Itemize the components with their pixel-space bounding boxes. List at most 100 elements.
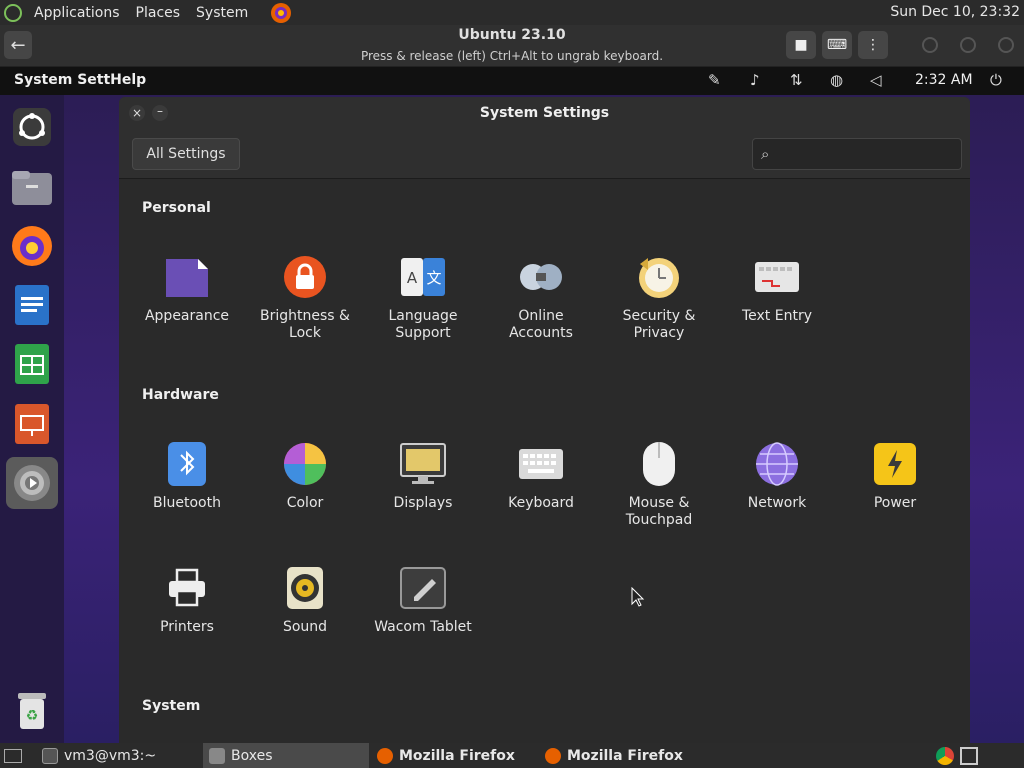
tile-label: Bluetooth	[153, 495, 221, 511]
all-settings-button[interactable]: All Settings	[132, 138, 240, 170]
lock-icon	[281, 253, 329, 301]
tray-chrome[interactable]	[936, 743, 954, 768]
menu-button[interactable]: ⋮	[858, 31, 888, 59]
taskbar-label: vm3@vm3:~	[64, 747, 157, 764]
dock-impress[interactable]	[9, 401, 55, 447]
section-personal: Personal	[142, 200, 211, 216]
kebab-menu-icon: ⋮	[866, 37, 880, 53]
menu-applications[interactable]: Applications	[34, 5, 120, 21]
stop-button[interactable]: ■	[786, 31, 816, 59]
minimize-window-control[interactable]	[922, 37, 938, 53]
tile-mouse-touchpad[interactable]: Mouse & Touchpad	[600, 440, 718, 529]
network-icon	[753, 440, 801, 488]
active-app-name[interactable]: System SettHelp	[14, 72, 146, 88]
tile-power[interactable]: Power	[836, 440, 954, 512]
tile-label: Text Entry	[741, 308, 812, 324]
mouse-cursor-icon	[631, 587, 645, 607]
host-logo-icon	[4, 3, 22, 22]
boxes-tray-icon	[960, 746, 978, 765]
window-title: System Settings	[479, 105, 610, 121]
tile-label: Wacom Tablet	[374, 619, 472, 635]
tile-displays[interactable]: Displays	[364, 440, 482, 512]
menu-places[interactable]: Places	[136, 5, 181, 21]
tile-language-support[interactable]: A文 Language Support	[364, 253, 482, 342]
appearance-icon	[163, 253, 211, 301]
firefox-icon	[377, 747, 393, 764]
taskbar-item-firefox-2[interactable]: Mozilla Firefox	[539, 743, 705, 768]
tile-label: Appearance	[144, 308, 230, 324]
tile-network[interactable]: Network	[718, 440, 836, 512]
folder-icon	[12, 171, 52, 205]
dock-firefox[interactable]	[9, 223, 55, 269]
tile-label: Printers	[160, 619, 214, 635]
keyboard-icon	[517, 440, 565, 488]
firefox-launcher-icon[interactable]	[270, 2, 292, 24]
volume-muted-icon[interactable]: ◁	[870, 71, 882, 89]
tile-label: Power	[873, 495, 917, 511]
boxes-header: ← Ubuntu 23.10 Press & release (left) Ct…	[0, 25, 1024, 67]
dock-calc[interactable]	[9, 341, 55, 387]
keyboard-button[interactable]: ⌨	[822, 31, 852, 59]
tile-label: Online Accounts	[509, 308, 573, 341]
language-icon: A文	[399, 253, 447, 301]
tile-label: Sound	[282, 619, 328, 635]
dock-trash[interactable]: ♻	[9, 688, 55, 734]
display-icon	[399, 440, 447, 488]
power-menu-icon[interactable]: ⏻	[990, 71, 1002, 89]
tile-keyboard[interactable]: Keyboard	[482, 440, 600, 512]
online-accounts-icon	[517, 253, 565, 301]
tile-wacom-tablet[interactable]: Wacom Tablet	[364, 564, 482, 636]
maximize-window-control[interactable]	[960, 37, 976, 53]
dock-settings[interactable]	[6, 457, 58, 509]
tile-label: Language Support	[388, 308, 458, 341]
guest-clock[interactable]: 2:32 AM	[915, 72, 973, 88]
tile-online-accounts[interactable]: Online Accounts	[482, 253, 600, 342]
taskbar-item-firefox-1[interactable]: Mozilla Firefox	[371, 743, 537, 768]
host-menu: Applications Places System	[26, 5, 256, 21]
search-input[interactable]: ⌕	[752, 138, 962, 170]
network-arrows-icon[interactable]: ⇅	[790, 71, 803, 89]
tablet-icon	[399, 564, 447, 612]
dock-files[interactable]	[9, 164, 55, 210]
tile-label: Mouse & Touchpad	[625, 495, 693, 528]
guest-top-bar: System SettHelp ✎ ♪ ⇅ ◍ ◁ 2:32 AM ⏻	[0, 67, 1024, 95]
tile-bluetooth[interactable]: Bluetooth	[128, 440, 246, 512]
tile-color[interactable]: Color	[246, 440, 364, 512]
menu-system[interactable]: System	[196, 5, 248, 21]
stop-icon: ■	[794, 37, 808, 53]
tile-printers[interactable]: Printers	[128, 564, 246, 636]
tile-label: Brightness & Lock	[260, 308, 350, 341]
tray-boxes[interactable]	[960, 743, 978, 768]
tile-security-privacy[interactable]: Security & Privacy	[600, 253, 718, 342]
show-desktop-button[interactable]	[4, 743, 22, 768]
dock-ubuntu[interactable]	[9, 104, 55, 150]
tile-appearance[interactable]: Appearance	[128, 253, 246, 325]
tile-label: Color	[286, 495, 324, 511]
keyboard-send-icon: ⌨	[826, 37, 848, 53]
taskbar-item-boxes[interactable]: Boxes	[203, 743, 369, 768]
taskbar-item-terminal[interactable]: vm3@vm3:~	[36, 743, 202, 768]
host-clock[interactable]: Sun Dec 10, 23:32	[890, 4, 1020, 20]
bell-icon[interactable]: ♪	[750, 71, 760, 89]
terminal-icon	[42, 747, 58, 764]
close-window-control[interactable]	[998, 37, 1014, 53]
dock-writer[interactable]	[9, 282, 55, 328]
trash-icon: ♻	[18, 693, 46, 729]
system-settings-window: × – System Settings All Settings ⌕ Perso…	[119, 97, 970, 743]
chrome-icon	[936, 746, 954, 765]
tile-brightness-lock[interactable]: Brightness & Lock	[246, 253, 364, 342]
svg-text:文: 文	[426, 269, 441, 287]
globe-icon[interactable]: ◍	[830, 71, 843, 89]
tile-text-entry[interactable]: Text Entry	[718, 253, 836, 325]
tile-label: Security & Privacy	[622, 308, 696, 341]
power-icon	[871, 440, 919, 488]
security-icon	[635, 253, 683, 301]
writer-icon	[15, 285, 49, 325]
settings-content: Personal Appearance Brightness & Lock A文 …	[119, 179, 970, 743]
tile-sound[interactable]: Sound	[246, 564, 364, 636]
firefox-icon	[12, 226, 52, 266]
host-top-panel: Applications Places System Sun Dec 10, 2…	[0, 0, 1024, 25]
pencil-icon[interactable]: ✎	[708, 71, 721, 89]
sound-icon	[281, 564, 329, 612]
taskbar-label: Mozilla Firefox	[567, 747, 683, 764]
